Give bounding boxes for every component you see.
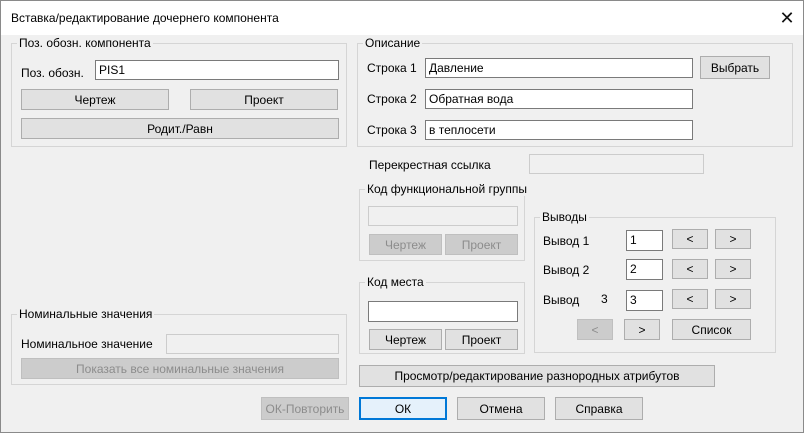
cross-reference-label: Перекрестная ссылка: [369, 158, 491, 172]
dialog-window: Вставка/редактирование дочернего компоне…: [0, 0, 804, 433]
select-description-button[interactable]: Выбрать: [700, 56, 770, 79]
cross-reference-input: [529, 154, 704, 174]
pin3-prev-button[interactable]: <: [672, 289, 708, 309]
pin3-input[interactable]: 3: [626, 290, 663, 311]
edit-attributes-button[interactable]: Просмотр/редактирование разнородных атри…: [359, 365, 715, 387]
component-project-button[interactable]: Проект: [190, 89, 338, 110]
line2-input[interactable]: Обратная вода: [425, 89, 693, 109]
tag-input[interactable]: PIS1: [95, 60, 339, 80]
function-code-legend: Код функциональной группы: [365, 182, 530, 196]
close-icon[interactable]: ✕: [771, 3, 803, 33]
pin1-prev-button[interactable]: <: [672, 229, 708, 249]
description-legend: Описание: [363, 36, 423, 50]
pins-next-button[interactable]: >: [624, 319, 660, 340]
pin2-next-button[interactable]: >: [715, 259, 751, 279]
pins-list-button[interactable]: Список: [672, 319, 751, 340]
pin2-prev-button[interactable]: <: [672, 259, 708, 279]
pin1-input[interactable]: 1: [626, 230, 663, 251]
pin-count: 3: [601, 292, 608, 306]
rating-value-input: [166, 334, 339, 354]
line1-input[interactable]: Давление: [425, 58, 693, 78]
function-code-project-button: Проект: [445, 234, 518, 255]
pin2-input[interactable]: 2: [626, 259, 663, 280]
ok-button[interactable]: ОК: [359, 397, 447, 420]
ratings-legend: Номинальные значения: [17, 307, 155, 321]
location-code-drawing-button[interactable]: Чертеж: [369, 329, 442, 350]
function-code-input: [368, 206, 518, 226]
tag-label: Поз. обозн.: [21, 66, 84, 80]
ok-repeat-button: ОК-Повторить: [261, 397, 349, 420]
line1-label: Строка 1: [367, 61, 417, 75]
component-tag-legend: Поз. обозн. компонента: [17, 36, 153, 50]
function-code-drawing-button: Чертеж: [369, 234, 442, 255]
pin2-label: Вывод 2: [543, 263, 590, 277]
cancel-button[interactable]: Отмена: [457, 397, 545, 420]
window-title: Вставка/редактирование дочернего компоне…: [11, 11, 279, 25]
parent-sibling-button[interactable]: Родит./Равн: [21, 118, 339, 139]
line3-input[interactable]: в теплосети: [425, 120, 693, 140]
location-code-legend: Код места: [365, 275, 426, 289]
pin3-label: Вывод: [543, 293, 580, 307]
pin1-next-button[interactable]: >: [715, 229, 751, 249]
location-code-project-button[interactable]: Проект: [445, 329, 518, 350]
component-drawing-button[interactable]: Чертеж: [21, 89, 169, 110]
line2-label: Строка 2: [367, 92, 417, 106]
title-bar: Вставка/редактирование дочернего компоне…: [1, 1, 803, 35]
line3-label: Строка 3: [367, 123, 417, 137]
pin3-next-button[interactable]: >: [715, 289, 751, 309]
rating-value-label: Номинальное значение: [21, 337, 153, 351]
pins-legend: Выводы: [540, 210, 589, 224]
pins-prev-button: <: [577, 319, 613, 340]
help-button[interactable]: Справка: [555, 397, 643, 420]
show-all-ratings-button: Показать все номинальные значения: [21, 358, 339, 379]
pin1-label: Вывод 1: [543, 234, 590, 248]
location-code-input[interactable]: [368, 301, 518, 322]
